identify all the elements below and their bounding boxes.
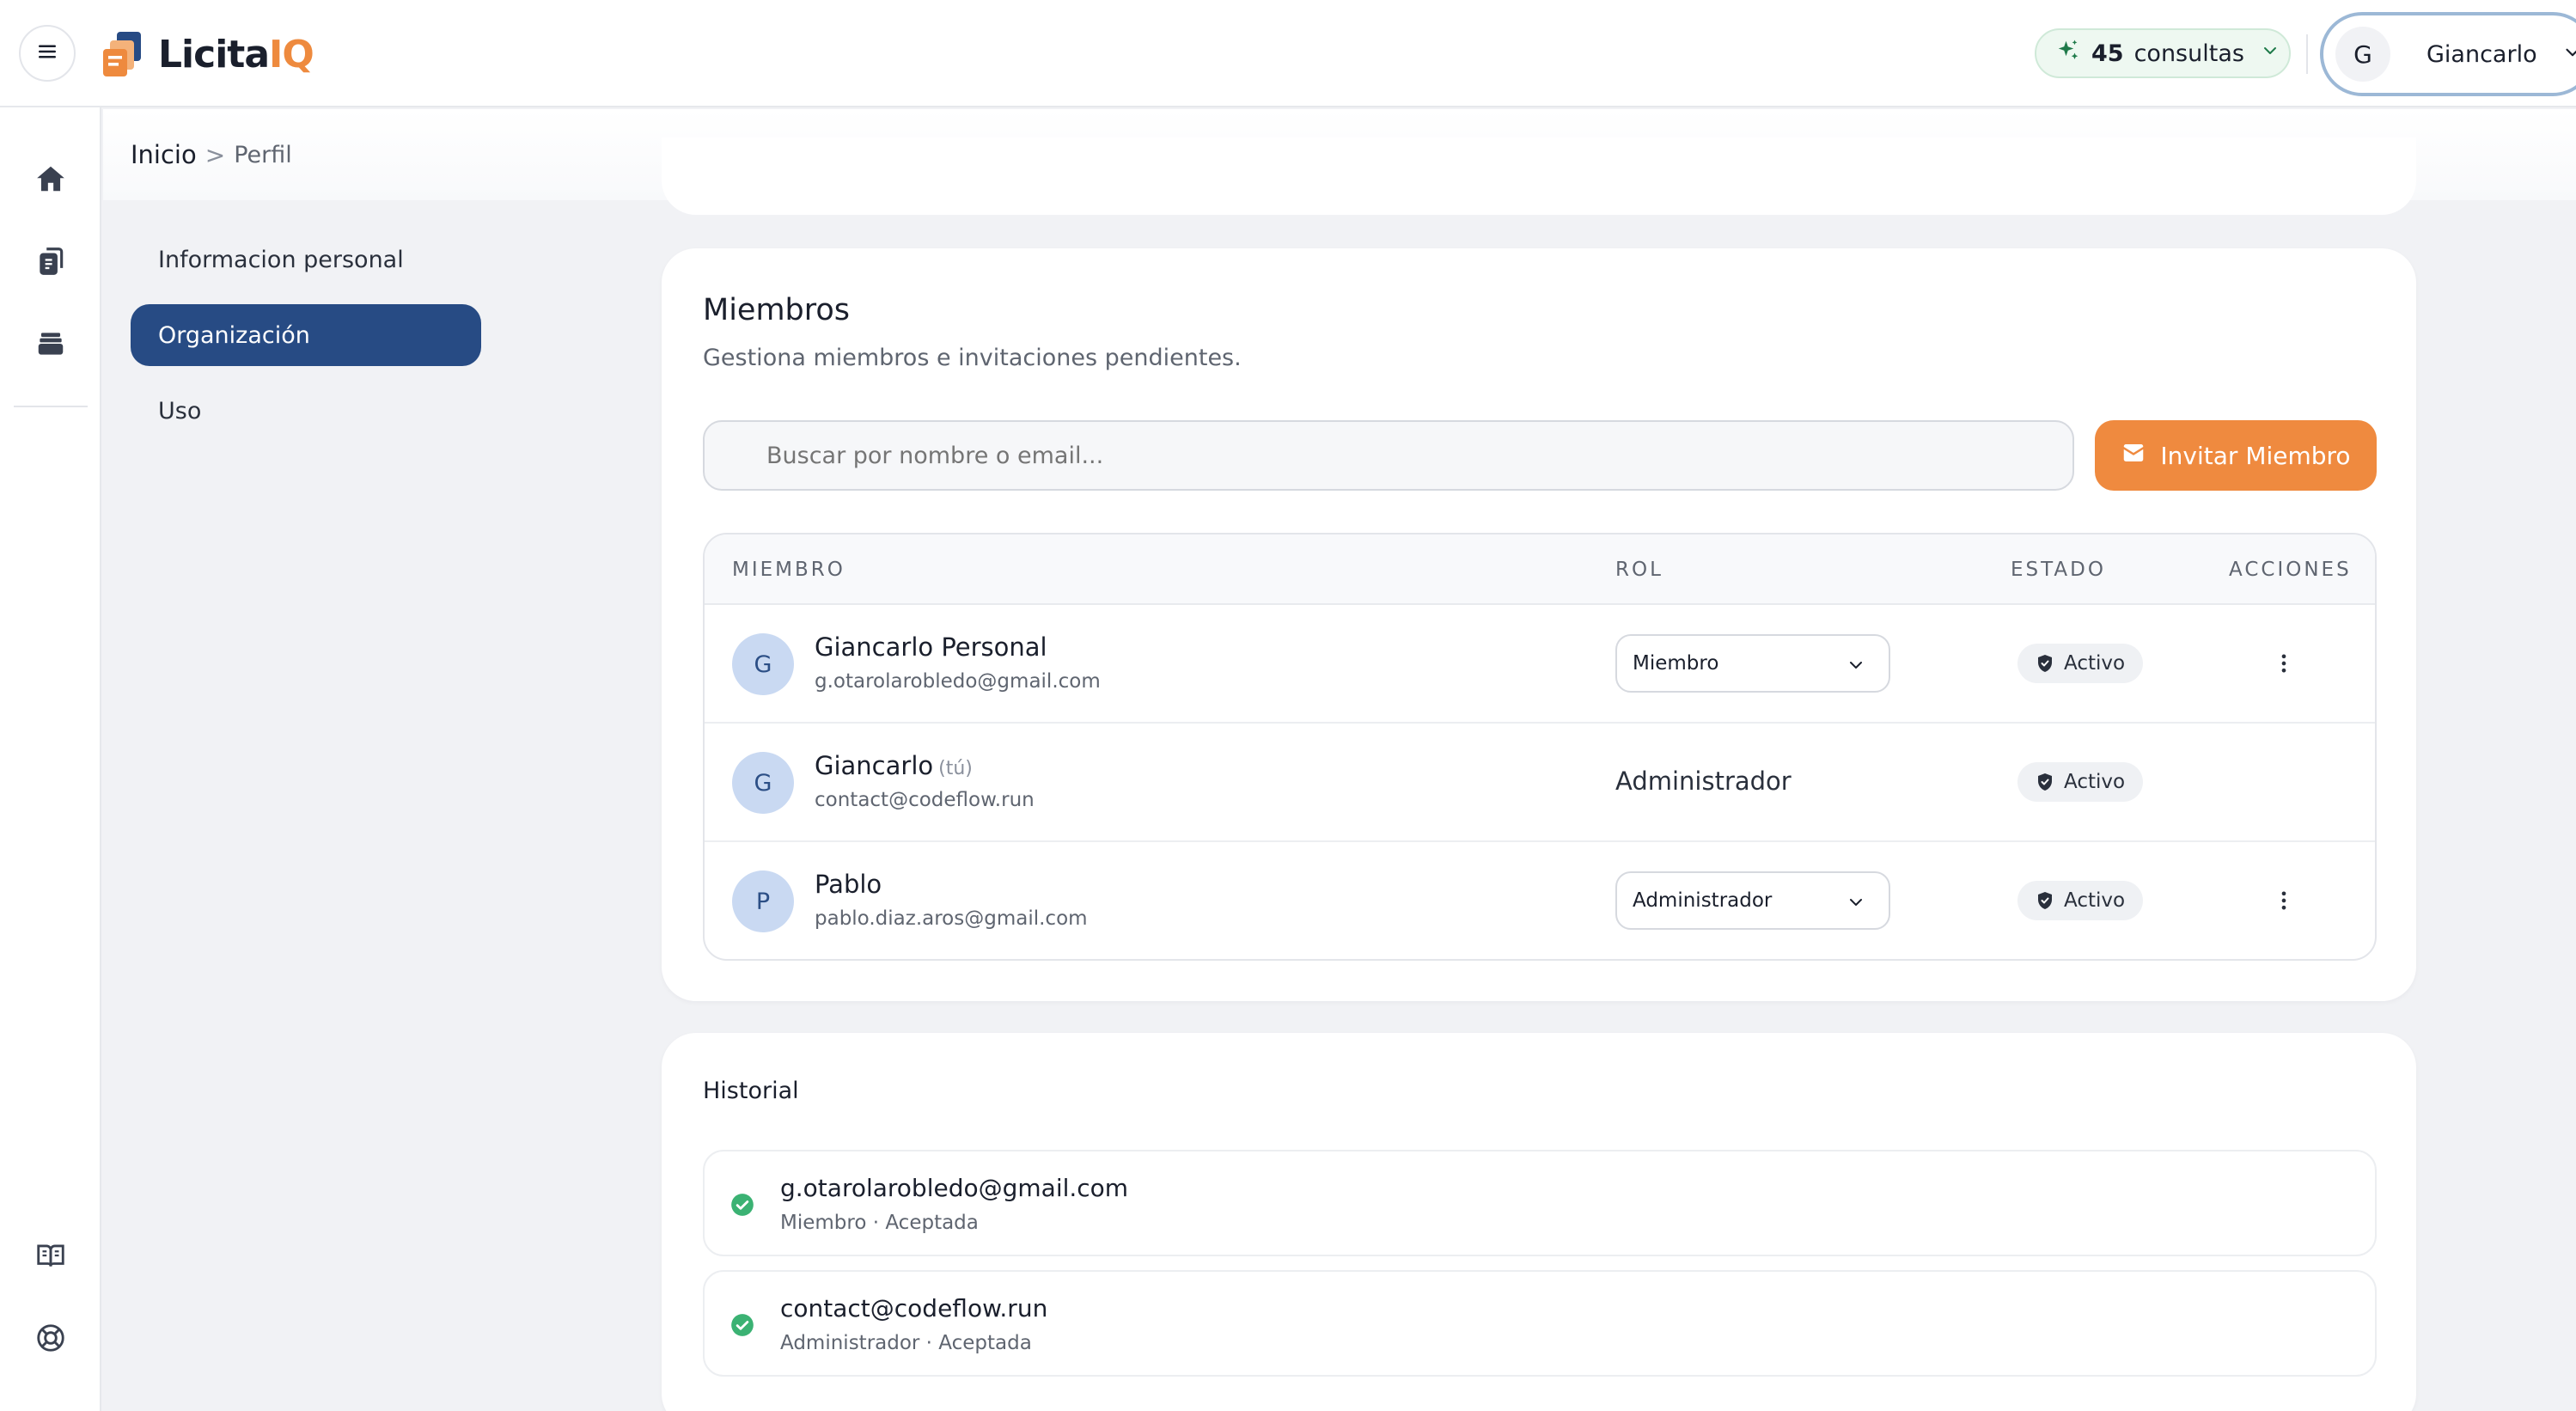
chevron-down-icon xyxy=(1850,899,1862,906)
nav-item-informacion-personal[interactable]: Informacion personal xyxy=(131,229,481,290)
member-email: pablo.diaz.aros@gmail.com xyxy=(815,907,1088,930)
table-row: G Giancarlo Personal g.otarolarobledo@gm… xyxy=(705,605,2375,724)
members-title: Miembros xyxy=(703,293,851,327)
member-name: Giancarlo (tú) xyxy=(815,751,973,780)
role-select-value: Miembro xyxy=(1633,652,1719,675)
icon-sidebar xyxy=(0,107,101,1411)
status-badge: Activo xyxy=(2017,644,2143,683)
chevron-down-icon xyxy=(2537,41,2576,67)
role-readonly: Administrador xyxy=(1615,767,1792,796)
breadcrumb-current: Perfil xyxy=(234,141,292,168)
column-header-status: ESTADO xyxy=(2011,559,2106,581)
documents-icon[interactable] xyxy=(31,241,70,281)
history-email: g.otarolarobledo@gmail.com xyxy=(780,1174,1129,1202)
previous-card-bottom xyxy=(662,137,2416,215)
sparkles-icon xyxy=(2055,38,2081,70)
nav-item-uso[interactable]: Uso xyxy=(131,380,481,442)
member-email: g.otarolarobledo@gmail.com xyxy=(815,670,1101,693)
member-search-input[interactable] xyxy=(703,420,2074,491)
breadcrumb-separator: > xyxy=(204,140,226,169)
list-item: contact@codeflow.run Administrador · Ace… xyxy=(703,1270,2377,1377)
shield-check-icon xyxy=(2038,773,2052,791)
logo-mark-icon xyxy=(103,32,141,76)
status-label: Activo xyxy=(2064,652,2126,675)
avatar: G xyxy=(2335,27,2390,82)
list-item: g.otarolarobledo@gmail.com Miembro · Ace… xyxy=(703,1150,2377,1256)
column-header-actions: ACCIONES xyxy=(2229,559,2352,581)
history-meta: Miembro · Aceptada xyxy=(780,1212,979,1234)
top-header: LicitaIQ 45 consultas G Giancarlo xyxy=(0,0,2576,107)
history-card: Historial g.otarolarobledo@gmail.com Mie… xyxy=(662,1033,2416,1411)
status-label: Activo xyxy=(2064,771,2126,793)
avatar: G xyxy=(732,633,794,695)
shield-check-icon xyxy=(2038,892,2052,909)
logo-text: LicitaIQ xyxy=(158,32,314,76)
book-open-icon[interactable] xyxy=(31,1236,70,1275)
user-menu-button[interactable]: G Giancarlo xyxy=(2320,12,2576,96)
chevron-down-icon xyxy=(1850,662,1862,669)
nav-item-organizacion[interactable]: Organización xyxy=(131,304,481,366)
more-vertical-icon xyxy=(2281,891,2286,910)
archive-icon[interactable] xyxy=(31,324,70,363)
envelope-icon xyxy=(2121,440,2146,472)
check-circle-icon xyxy=(731,1314,754,1336)
member-name: Pablo xyxy=(815,870,882,899)
help-lifebuoy-icon[interactable] xyxy=(31,1318,70,1358)
user-name: Giancarlo xyxy=(2426,40,2537,68)
consultas-label: consultas xyxy=(2133,40,2244,67)
history-title: Historial xyxy=(703,1078,799,1104)
current-user-tag: (tú) xyxy=(938,758,973,779)
invite-member-button[interactable]: Invitar Miembro xyxy=(2095,420,2377,491)
history-meta: Administrador · Aceptada xyxy=(780,1332,1032,1354)
table-row: P Pablo pablo.diaz.aros@gmail.com Admini… xyxy=(705,842,2375,959)
members-table: MIEMBRO ROL ESTADO ACCIONES G Giancarlo … xyxy=(703,533,2377,961)
column-header-role: ROL xyxy=(1615,559,1663,581)
members-subtitle: Gestiona miembros e invitaciones pendien… xyxy=(703,345,1242,371)
chevron-down-icon xyxy=(2255,40,2280,67)
row-actions-button[interactable] xyxy=(2267,644,2301,683)
shield-check-icon xyxy=(2038,655,2052,672)
status-badge: Activo xyxy=(2017,762,2143,802)
table-header: MIEMBRO ROL ESTADO ACCIONES xyxy=(705,534,2375,605)
column-header-member: MIEMBRO xyxy=(732,559,845,581)
status-badge: Activo xyxy=(2017,881,2143,920)
menu-toggle-button[interactable] xyxy=(19,25,76,82)
avatar: P xyxy=(732,870,794,932)
history-email: contact@codeflow.run xyxy=(780,1294,1048,1322)
member-email: contact@codeflow.run xyxy=(815,789,1035,811)
role-select[interactable]: Administrador xyxy=(1615,871,1890,930)
avatar: G xyxy=(732,752,794,814)
header-divider xyxy=(2306,34,2308,74)
breadcrumb-home[interactable]: Inicio xyxy=(131,140,197,169)
invite-member-label: Invitar Miembro xyxy=(2160,441,2351,470)
row-actions-button[interactable] xyxy=(2267,881,2301,920)
more-vertical-icon xyxy=(2281,654,2286,673)
hamburger-icon xyxy=(34,39,60,68)
role-select-value: Administrador xyxy=(1633,889,1773,912)
member-name: Giancarlo Personal xyxy=(815,632,1047,662)
consultas-count: 45 xyxy=(2091,40,2124,67)
home-icon[interactable] xyxy=(31,159,70,199)
members-card: Miembros Gestiona miembros e invitacione… xyxy=(662,248,2416,1001)
consultas-badge[interactable]: 45 consultas xyxy=(2035,28,2291,78)
check-circle-icon xyxy=(731,1194,754,1216)
role-select[interactable]: Miembro xyxy=(1615,634,1890,693)
app-logo[interactable]: LicitaIQ xyxy=(101,26,314,82)
table-row: G Giancarlo (tú) contact@codeflow.run Adm… xyxy=(705,724,2375,842)
rail-divider xyxy=(14,406,88,407)
status-label: Activo xyxy=(2064,889,2126,912)
profile-section-nav: Informacion personal Organización Uso xyxy=(131,229,481,455)
